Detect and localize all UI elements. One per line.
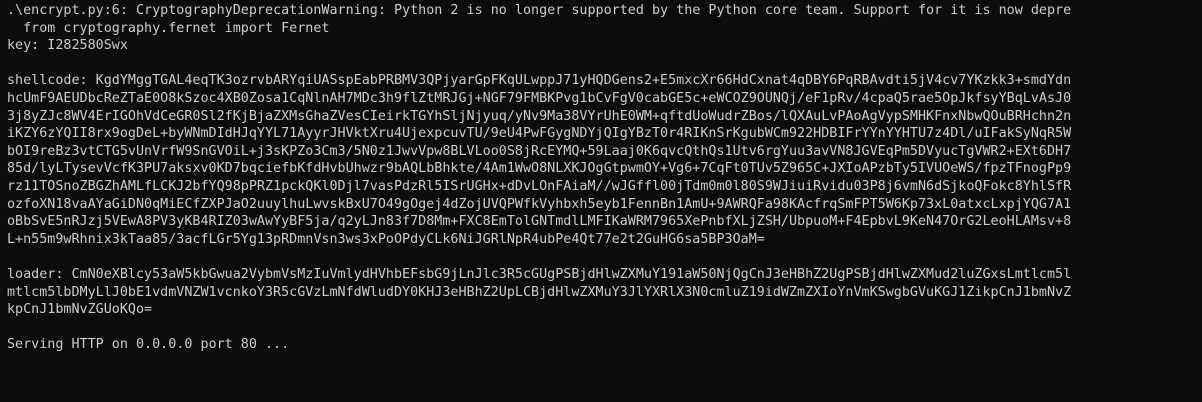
shellcode-line: rz11TOSnoZBGZhAMLfLCKJ2bfYQ98pPRZ1pckQKl… <box>7 178 1072 194</box>
shellcode-line: 3j8yZJc8WV4ErIGOhVdCeGR0Sl2fKjBjaZXMsGha… <box>7 108 1072 124</box>
serving-http-line: Serving HTTP on 0.0.0.0 port 80 ... <box>7 337 290 353</box>
shellcode-line: L+n55m9wRhnix3kTaa85/3acfLGr5Yg13pRDmnVs… <box>7 231 765 247</box>
shellcode-line: shellcode: KgdYMggTGAL4eqTK3ozrvbARYqiUA… <box>7 73 1072 89</box>
terminal-window[interactable]: .\encrypt.py:6: CryptographyDeprecationW… <box>0 0 1202 402</box>
shellcode-line: bOI9reBz3vtCTG5vUnVrfW9SnGVOiL+j3sKPZo3C… <box>7 143 1072 159</box>
loader-line: loader: CmN0eXBlcy53aW5kbGwua2VybmVsMzIu… <box>7 266 1072 282</box>
loader-line: kpCnJ1bmNvZGUoKQo= <box>7 302 153 318</box>
shellcode-line: iKZY6zYQII8rx9ogDeL+byWNmDIdHJqYYL71Ayyr… <box>7 126 1072 142</box>
shellcode-line: ozfoXN18vaAYaGiDN0qMiECfZXPJaO2uuylhuLwv… <box>7 196 1072 212</box>
shellcode-line: hcUmF9AEUDbcReZTaE0O8kSzoc4XB0Zosa1CqNln… <box>7 90 1072 106</box>
deprecation-warning-line: .\encrypt.py:6: CryptographyDeprecationW… <box>7 3 1072 18</box>
shellcode-line: 85d/lyLTysevVcfK3PU7aksxv0KD7bqciefbKfdH… <box>7 161 1072 177</box>
import-line: from cryptography.fernet import Fernet <box>7 20 330 36</box>
shellcode-line: oBbSvE5nRJzj5VEwA8PV3yKB4RIZ03wAwYyBF5ja… <box>7 214 1072 230</box>
loader-line: mtlcm5lbDMyLlJ0bE1vdmVNZW1vcnkoY3R5cGVzL… <box>7 284 1072 300</box>
key-output-line: key: I282580Swx <box>7 38 128 54</box>
